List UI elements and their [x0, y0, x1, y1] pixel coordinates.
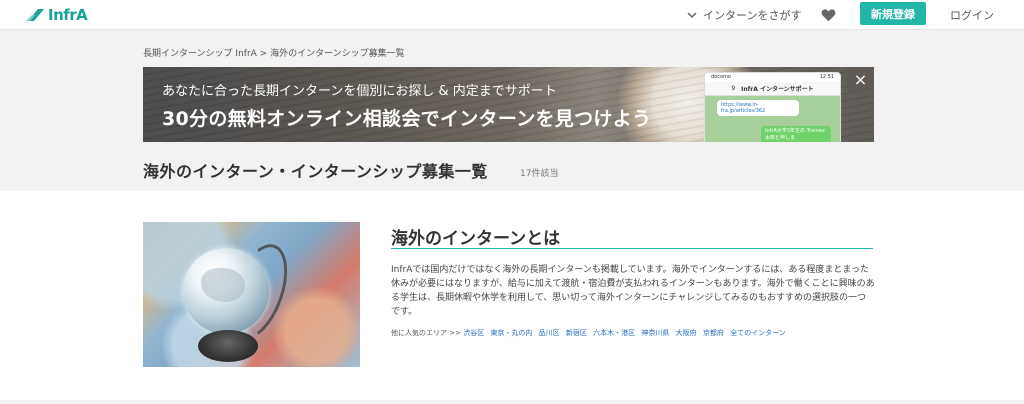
area-link-shinagawa[interactable]: 品川区 [539, 329, 560, 337]
phone-chat-title-text: InfrA インターンサポート [741, 86, 814, 93]
logo-text: InfrA [48, 6, 88, 24]
area-link-shibuya[interactable]: 渋谷区 [463, 329, 484, 337]
chat-bubble-link: https://www.in-fra.jp/articles/362 [717, 100, 799, 116]
breadcrumb: 長期インターンシップ InfrA > 海外のインターンシップ募集一覧 [143, 46, 405, 59]
phone-time: 12:51 [819, 74, 834, 80]
result-count: 17件該当 [520, 169, 559, 179]
area-link-kyoto[interactable]: 京都府 [703, 329, 724, 337]
popular-areas: 他に人気のエリア >> 渋谷区 東京・丸の内 品川区 新宿区 六本木・港区 神奈… [391, 328, 790, 338]
section-title: 海外のインターンとは [391, 229, 561, 249]
phone-mockup: docomo 12:51 9 InfrA インターンサポート https://w… [704, 72, 841, 142]
phone-status-bar: docomo 12:51 [705, 73, 840, 82]
breadcrumb-home[interactable]: 長期インターンシップ InfrA [143, 49, 257, 59]
area-link-shinjuku[interactable]: 新宿区 [566, 329, 587, 337]
area-link-marunouchi[interactable]: 東京・丸の内 [490, 329, 532, 337]
nav-search-interns[interactable]: インターンをさがす [687, 7, 801, 23]
favorites-heart-icon[interactable] [821, 7, 836, 26]
popular-areas-label: 他に人気のエリア >> [391, 329, 461, 337]
logo[interactable]: InfrA [26, 5, 88, 25]
breadcrumb-separator: > [259, 49, 268, 59]
signup-button[interactable]: 新規登録 [860, 2, 926, 25]
area-link-kanagawa[interactable]: 神奈川県 [641, 329, 669, 337]
area-link-osaka[interactable]: 大阪府 [676, 329, 697, 337]
nav-search-label: インターンをさがす [703, 9, 802, 22]
banner-close-icon[interactable]: × [847, 67, 874, 91]
banner-headline: 30分の無料オンライン相談会でインターンを見つけよう [162, 108, 652, 130]
banner-subtitle: あなたに合った長期インターンを個別にお探し & 内定までサポート [162, 84, 557, 99]
site-header: InfrA インターンをさがす 新規登録 ログイン [0, 0, 1024, 30]
phone-carrier: docomo [711, 74, 731, 80]
chevron-down-icon [687, 11, 697, 18]
section-description: InfrAでは国内だけではなく海外の長期インターンも掲載しています。海外でインタ… [391, 265, 875, 317]
consultation-banner[interactable]: あなたに合った長期インターンを個別にお探し & 内定までサポート 30分の無料オ… [143, 67, 874, 142]
globe-stand-base [198, 330, 258, 362]
phone-back-count: 9 [731, 85, 736, 92]
phone-chat-title: 9 InfrA インターンサポート [705, 82, 840, 96]
globe-landmass [201, 268, 245, 302]
area-link-all[interactable]: 全てのインターン [730, 329, 786, 337]
globe-photo [143, 222, 360, 367]
breadcrumb-current: 海外のインターンシップ募集一覧 [270, 49, 405, 59]
section-divider [391, 248, 873, 249]
logo-mark-icon [26, 9, 44, 21]
phone-chat-area: https://www.in-fra.jp/articles/362 InfrA… [705, 96, 840, 142]
overseas-intro-panel: 海外のインターンとは InfrAでは国内だけではなく海外の長期インターンも掲載し… [0, 191, 1024, 400]
area-link-roppongi[interactable]: 六本木・港区 [593, 329, 635, 337]
page-title: 海外のインターン・インターンシップ募集一覧 [143, 162, 488, 181]
login-link[interactable]: ログイン [950, 7, 994, 23]
chat-bubble-reply: InfrA大学3年生の Trainee太郎と申しま [761, 126, 831, 142]
